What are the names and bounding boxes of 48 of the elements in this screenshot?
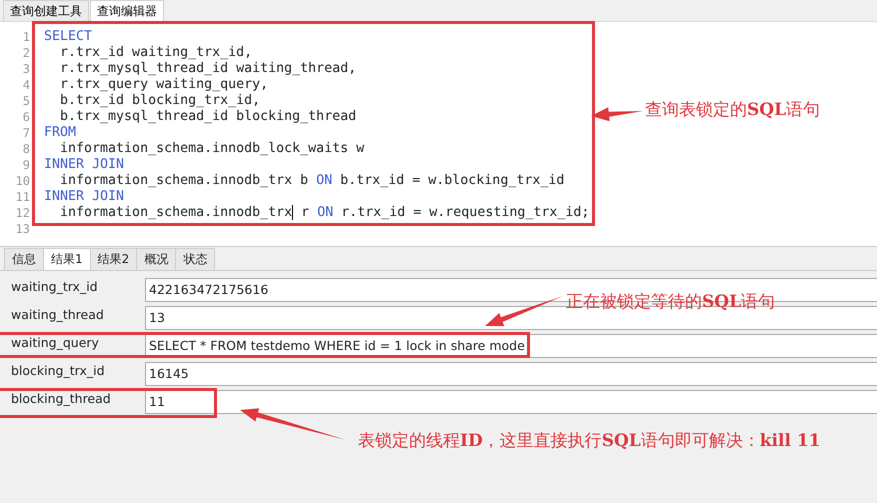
value-field[interactable]: SELECT * FROM testdemo WHERE id = 1 lock in share mode [145,334,877,358]
result-tab[interactable]: 信息 [4,248,44,270]
code-text: information_schema.innodb_trx [59,205,292,220]
line-number: 9 [22,157,31,173]
code-text: r.trx_query waiting_query, [59,77,268,92]
sql-keyword: INNER JOIN [44,189,124,204]
code-text: r.trx_id = w.requesting_trx_id; [340,205,590,220]
line-number: 11 [14,189,31,205]
code-text: r.trx_mysql_thread_id waiting_thread, [59,61,356,76]
callout-text: 表锁定的线程ID，这里直接执行SQL语句即可解决：kill 11 [358,430,820,453]
line-number: 7 [22,125,31,141]
sql-keyword: ON [317,205,334,220]
line-number: 6 [22,109,31,125]
editor-tab[interactable]: 查询创建工具 [3,0,89,21]
field-label: waiting_query [10,334,100,352]
sql-keyword: FROM [44,125,76,140]
editor-tab[interactable]: 查询编辑器 [90,0,164,21]
code-text: information_schema.innodb_lock_waits w [59,141,364,156]
result-tab[interactable]: 概况 [136,248,176,270]
value-field[interactable]: 11 [145,390,877,414]
field-label: blocking_trx_id [10,362,106,380]
code-text: r [292,205,318,220]
line-number: 4 [22,77,31,93]
field-label: blocking_thread [10,390,112,408]
code-text: information_schema.innodb_trx b [59,173,310,188]
line-number: 5 [22,93,31,109]
result-tab[interactable]: 结果1 [43,248,91,270]
sql-keyword: INNER JOIN [44,157,124,172]
line-number: 8 [22,141,31,157]
sql-keyword: ON [316,173,332,188]
field-label: waiting_thread [10,306,105,324]
code-text: b.trx_mysql_thread_id blocking_thread [59,109,356,124]
line-number: 1 [22,29,31,45]
line-number: 3 [22,61,31,77]
line-number: 13 [14,221,31,237]
line-number: 2 [22,45,31,61]
code-text: b.trx_id blocking_trx_id, [59,93,260,108]
code-text: b.trx_id = w.blocking_trx_id [339,173,564,188]
field-label: waiting_trx_id [10,278,99,296]
callout-text: 查询表锁定的SQL语句 [645,99,820,122]
callout-arrow [591,107,643,122]
result-tab[interactable]: 状态 [175,248,216,270]
value-field[interactable]: 16145 [145,362,877,386]
sql-keyword: SELECT [44,29,92,44]
line-number: 10 [14,173,31,189]
result-tab[interactable]: 结果2 [90,248,138,270]
code-text: r.trx_id waiting_trx_id, [59,45,252,60]
line-number: 12 [14,205,31,221]
